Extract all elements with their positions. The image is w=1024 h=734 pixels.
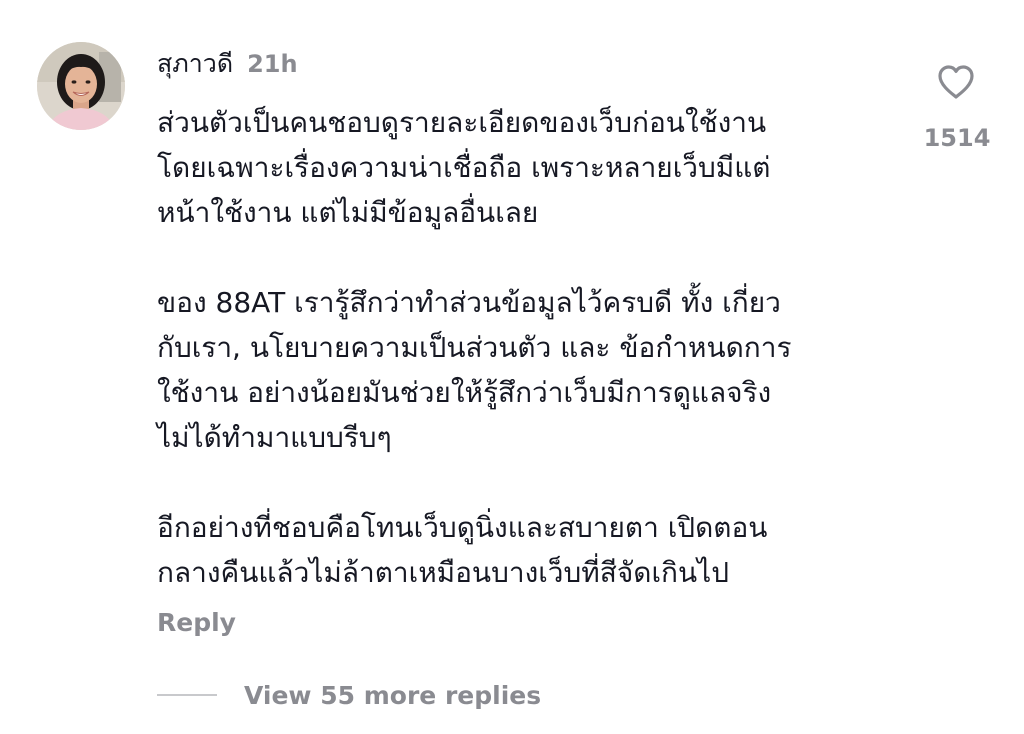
comment-paragraph: ส่วนตัวเป็นคนชอบดูรายละเอียดของเว็บก่อนใ… [157, 100, 897, 235]
view-more-replies-button[interactable]: View 55 more replies [157, 675, 541, 715]
comment-text: ส่วนตัวเป็นคนชอบดูรายละเอียดของเว็บก่อนใ… [157, 100, 897, 595]
comment-paragraph: อีกอย่างที่ชอบคือโทนเว็บดูนิ่งและสบายตา … [157, 505, 897, 595]
comment-line: กับเรา, นโยบายความเป็นส่วนตัว และ ข้อกำห… [157, 331, 792, 364]
avatar-photo [37, 42, 125, 130]
avatar[interactable] [37, 42, 125, 130]
comment-line: อีกอย่างที่ชอบคือโทนเว็บดูนิ่งและสบายตา … [157, 511, 768, 544]
like-button[interactable] [934, 60, 978, 104]
reply-button[interactable]: Reply [157, 608, 236, 637]
comment-line: ใช้งาน อย่างน้อยมันช่วยให้รู้สึกว่าเว็บม… [157, 376, 772, 409]
comment-header: สุภาวดี 21h [157, 46, 298, 82]
timestamp: 21h [247, 50, 298, 78]
comment-item: สุภาวดี 21h ส่วนตัวเป็นคนชอบดูรายละเอียด… [0, 0, 1024, 734]
comment-line: กลางคืนแล้วไม่ล้าตาเหมือนบางเว็บที่สีจัด… [157, 556, 729, 589]
view-more-replies-label: View 55 more replies [244, 680, 542, 710]
replies-divider [157, 694, 217, 696]
comment-line: ของ 88AT เรารู้สึกว่าทำส่วนข้อมูลไว้ครบด… [157, 286, 781, 319]
like-count: 1514 [923, 124, 991, 152]
username[interactable]: สุภาวดี [157, 44, 233, 84]
comment-line: หน้าใช้งาน แต่ไม่มีข้อมูลอื่นเลย [157, 196, 539, 229]
comment-paragraph: ของ 88AT เรารู้สึกว่าทำส่วนข้อมูลไว้ครบด… [157, 280, 897, 460]
comment-line: ส่วนตัวเป็นคนชอบดูรายละเอียดของเว็บก่อนใ… [157, 106, 767, 139]
heart-outline-icon [938, 65, 974, 99]
comment-line: ไม่ได้ทำมาแบบรีบๆ [157, 421, 392, 454]
comment-line: โดยเฉพาะเรื่องความน่าเชื่อถือ เพราะหลายเ… [157, 151, 771, 184]
